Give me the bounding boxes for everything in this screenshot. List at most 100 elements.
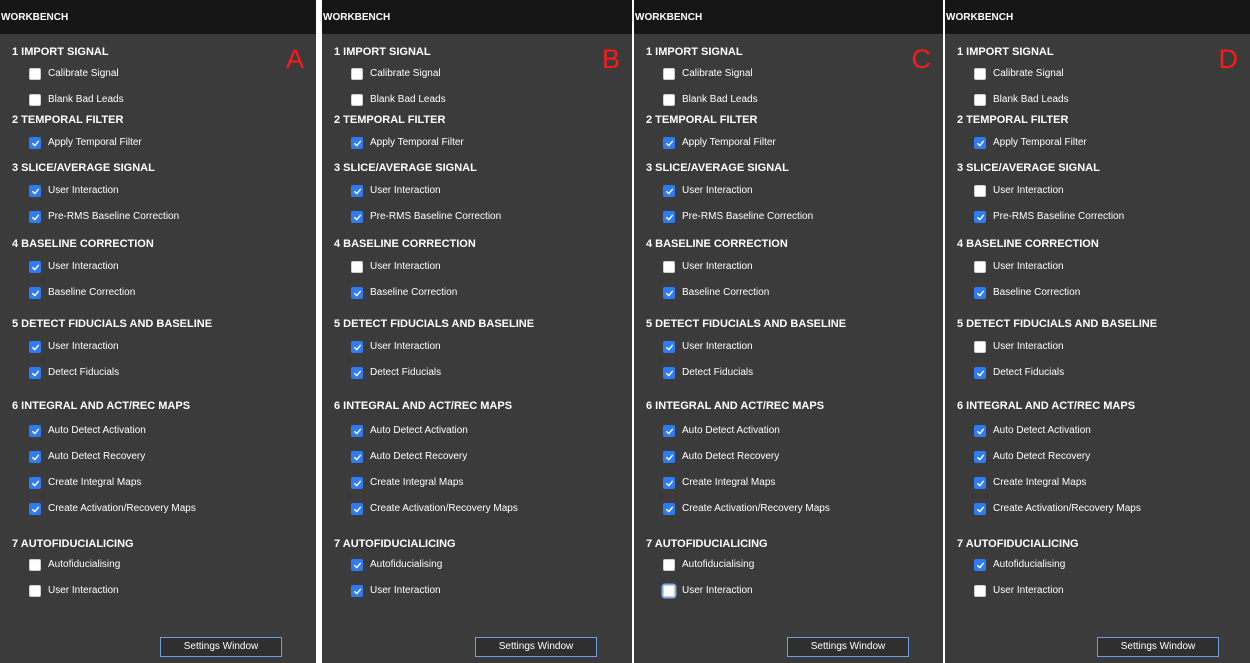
checkbox-row[interactable]: Auto Detect Activation	[351, 423, 468, 439]
checkbox-row[interactable]: Baseline Correction	[351, 285, 457, 301]
checkbox[interactable]	[351, 559, 363, 571]
checkbox[interactable]	[351, 425, 363, 437]
checkbox-row[interactable]: Blank Bad Leads	[351, 92, 446, 108]
checkbox[interactable]	[974, 211, 986, 223]
checkbox-row[interactable]: Detect Fiducials	[29, 365, 119, 381]
checkbox[interactable]	[663, 503, 675, 515]
checkbox-row[interactable]: User Interaction	[974, 183, 1064, 199]
checkbox-row[interactable]: Create Activation/Recovery Maps	[29, 501, 196, 517]
checkbox[interactable]	[974, 559, 986, 571]
checkbox[interactable]	[29, 261, 41, 273]
checkbox[interactable]	[351, 287, 363, 299]
checkbox-row[interactable]: Blank Bad Leads	[663, 92, 758, 108]
checkbox-row[interactable]: Auto Detect Recovery	[663, 449, 779, 465]
checkbox[interactable]	[29, 477, 41, 489]
checkbox[interactable]	[974, 585, 986, 597]
checkbox[interactable]	[29, 185, 41, 197]
checkbox-row[interactable]: Pre-RMS Baseline Correction	[29, 209, 179, 225]
checkbox[interactable]	[663, 137, 675, 149]
checkbox-row[interactable]: Autofiducialising	[29, 557, 120, 573]
checkbox-row[interactable]: Blank Bad Leads	[29, 92, 124, 108]
checkbox[interactable]	[29, 94, 41, 106]
checkbox-row[interactable]: User Interaction	[29, 339, 119, 355]
checkbox-row[interactable]: Pre-RMS Baseline Correction	[974, 209, 1124, 225]
checkbox-row[interactable]: User Interaction	[351, 259, 441, 275]
checkbox[interactable]	[663, 585, 675, 597]
settings-window-button[interactable]: Settings Window	[475, 637, 597, 657]
checkbox-row[interactable]: Detect Fiducials	[974, 365, 1064, 381]
checkbox-row[interactable]: User Interaction	[974, 339, 1064, 355]
checkbox[interactable]	[351, 341, 363, 353]
checkbox[interactable]	[29, 559, 41, 571]
checkbox[interactable]	[974, 451, 986, 463]
checkbox-row[interactable]: User Interaction	[351, 583, 441, 599]
checkbox[interactable]	[29, 137, 41, 149]
checkbox-row[interactable]: User Interaction	[351, 183, 441, 199]
checkbox-row[interactable]: User Interaction	[974, 583, 1064, 599]
checkbox-row[interactable]: User Interaction	[351, 339, 441, 355]
checkbox[interactable]	[29, 503, 41, 515]
checkbox-row[interactable]: Create Integral Maps	[351, 475, 463, 491]
checkbox-row[interactable]: Auto Detect Activation	[29, 423, 146, 439]
checkbox-row[interactable]: Create Integral Maps	[663, 475, 775, 491]
checkbox[interactable]	[663, 94, 675, 106]
checkbox-row[interactable]: User Interaction	[29, 183, 119, 199]
checkbox-row[interactable]: User Interaction	[663, 183, 753, 199]
checkbox[interactable]	[974, 261, 986, 273]
checkbox-row[interactable]: Calibrate Signal	[29, 66, 119, 82]
checkbox[interactable]	[351, 185, 363, 197]
checkbox-row[interactable]: Detect Fiducials	[351, 365, 441, 381]
checkbox-row[interactable]: Auto Detect Recovery	[29, 449, 145, 465]
checkbox-row[interactable]: Create Activation/Recovery Maps	[663, 501, 830, 517]
checkbox[interactable]	[29, 451, 41, 463]
checkbox[interactable]	[663, 68, 675, 80]
checkbox-row[interactable]: Create Activation/Recovery Maps	[351, 501, 518, 517]
checkbox[interactable]	[663, 451, 675, 463]
checkbox-row[interactable]: Auto Detect Activation	[974, 423, 1091, 439]
checkbox[interactable]	[29, 287, 41, 299]
checkbox-row[interactable]: Calibrate Signal	[974, 66, 1064, 82]
settings-window-button[interactable]: Settings Window	[1097, 637, 1219, 657]
checkbox[interactable]	[974, 137, 986, 149]
checkbox-row[interactable]: Apply Temporal Filter	[29, 135, 142, 151]
checkbox-row[interactable]: User Interaction	[974, 259, 1064, 275]
checkbox-row[interactable]: Autofiducialising	[663, 557, 754, 573]
checkbox-row[interactable]: User Interaction	[663, 259, 753, 275]
checkbox-row[interactable]: User Interaction	[663, 339, 753, 355]
checkbox-row[interactable]: Create Integral Maps	[974, 475, 1086, 491]
checkbox-row[interactable]: Apply Temporal Filter	[663, 135, 776, 151]
checkbox[interactable]	[29, 585, 41, 597]
checkbox-row[interactable]: Blank Bad Leads	[974, 92, 1069, 108]
checkbox[interactable]	[974, 367, 986, 379]
checkbox[interactable]	[29, 341, 41, 353]
checkbox[interactable]	[663, 341, 675, 353]
checkbox[interactable]	[663, 477, 675, 489]
checkbox[interactable]	[663, 211, 675, 223]
checkbox[interactable]	[974, 341, 986, 353]
checkbox-row[interactable]: Baseline Correction	[29, 285, 135, 301]
checkbox-row[interactable]: Autofiducialising	[974, 557, 1065, 573]
checkbox[interactable]	[974, 94, 986, 106]
checkbox[interactable]	[974, 503, 986, 515]
checkbox-row[interactable]: Calibrate Signal	[351, 66, 441, 82]
checkbox[interactable]	[351, 367, 363, 379]
checkbox-row[interactable]: Pre-RMS Baseline Correction	[663, 209, 813, 225]
checkbox-row[interactable]: Apply Temporal Filter	[351, 135, 464, 151]
settings-window-button[interactable]: Settings Window	[787, 637, 909, 657]
checkbox[interactable]	[663, 287, 675, 299]
checkbox[interactable]	[974, 425, 986, 437]
checkbox[interactable]	[351, 94, 363, 106]
checkbox-row[interactable]: User Interaction	[29, 583, 119, 599]
checkbox-row[interactable]: Calibrate Signal	[663, 66, 753, 82]
checkbox[interactable]	[29, 367, 41, 379]
settings-window-button[interactable]: Settings Window	[160, 637, 282, 657]
checkbox[interactable]	[351, 137, 363, 149]
checkbox[interactable]	[663, 559, 675, 571]
checkbox-row[interactable]: Autofiducialising	[351, 557, 442, 573]
checkbox-row[interactable]: Pre-RMS Baseline Correction	[351, 209, 501, 225]
checkbox[interactable]	[351, 503, 363, 515]
checkbox-row[interactable]: Create Integral Maps	[29, 475, 141, 491]
checkbox[interactable]	[29, 211, 41, 223]
checkbox-row[interactable]: Baseline Correction	[663, 285, 769, 301]
checkbox[interactable]	[351, 585, 363, 597]
